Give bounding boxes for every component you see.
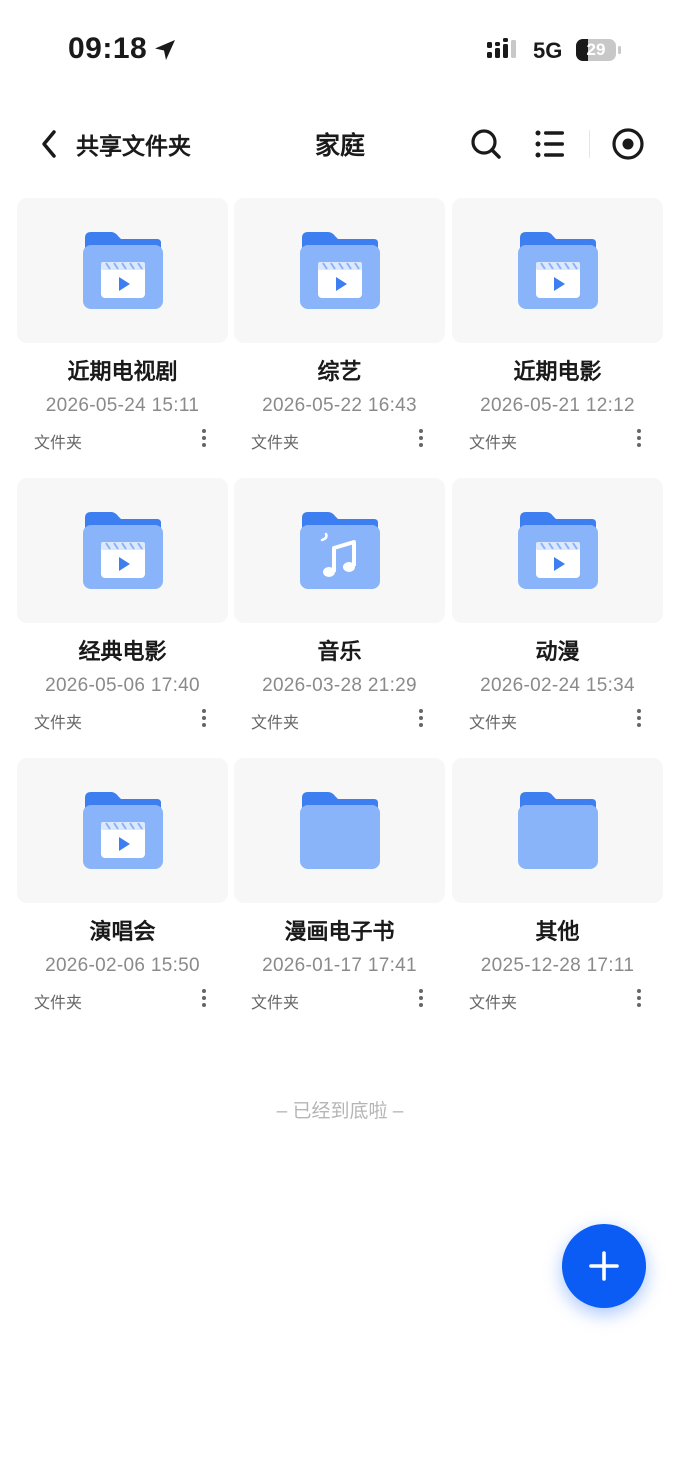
folder-date: 2026-03-28 21:29: [262, 675, 417, 696]
folder-card[interactable]: 经典电影 2026-05-06 17:40 文件夹: [17, 478, 228, 738]
folder-card[interactable]: 演唱会 2026-02-06 15:50 文件夹: [17, 758, 228, 1018]
folder-name[interactable]: 近期电视剧: [17, 354, 228, 386]
more-options-icon[interactable]: [629, 986, 649, 1010]
folder-date: 2026-01-17 17:41: [262, 955, 417, 976]
more-options-icon[interactable]: [629, 706, 649, 730]
folder-thumbnail[interactable]: [452, 478, 663, 623]
folder-thumbnail[interactable]: [234, 478, 445, 623]
more-options-icon[interactable]: [411, 706, 431, 730]
folder-card[interactable]: 近期电视剧 2026-05-24 15:11 文件夹: [17, 198, 228, 458]
folder-thumbnail[interactable]: [234, 758, 445, 903]
folder-card[interactable]: 音乐 2026-03-28 21:29 文件夹: [234, 478, 445, 738]
folder-date: 2025-12-28 17:11: [480, 955, 635, 976]
folder-date: 2026-05-24 15:11: [45, 395, 200, 416]
folder-type: 文件夹: [469, 995, 518, 1012]
back-label: 共享文件夹: [76, 133, 191, 159]
folder-name[interactable]: 漫画电子书: [234, 914, 445, 946]
list-view-icon[interactable]: [530, 124, 570, 164]
folder-name[interactable]: 近期电影: [452, 354, 663, 386]
folder-date: 2026-05-06 17:40: [45, 675, 200, 696]
record-icon[interactable]: [608, 124, 648, 164]
more-options-icon[interactable]: [411, 986, 431, 1010]
search-icon[interactable]: [466, 124, 506, 164]
folder-card[interactable]: 其他 2025-12-28 17:11 文件夹: [452, 758, 663, 1018]
more-options-icon[interactable]: [194, 986, 214, 1010]
folder-date: 2026-05-21 12:12: [480, 395, 635, 416]
more-options-icon[interactable]: [629, 426, 649, 450]
more-options-icon[interactable]: [411, 426, 431, 450]
plus-icon: [589, 1251, 619, 1281]
folder-thumbnail[interactable]: [452, 198, 663, 343]
folder-card[interactable]: 动漫 2026-02-24 15:34 文件夹: [452, 478, 663, 738]
folder-icon: [300, 792, 380, 869]
folder-name[interactable]: 音乐: [234, 634, 445, 666]
chevron-left-icon: [42, 130, 56, 158]
network-type: 5G: [533, 38, 563, 63]
folder-thumbnail[interactable]: [234, 198, 445, 343]
folder-name[interactable]: 综艺: [234, 354, 445, 386]
music-folder-icon: [300, 512, 380, 589]
folder-name[interactable]: 动漫: [452, 634, 663, 666]
folder-type: 文件夹: [251, 435, 300, 452]
back-button[interactable]: 共享文件夹: [36, 124, 191, 164]
folder-name[interactable]: 经典电影: [17, 634, 228, 666]
video-folder-icon: [300, 232, 380, 309]
page-title: 家庭: [314, 132, 365, 160]
video-folder-icon: [83, 792, 163, 869]
add-button[interactable]: [562, 1224, 646, 1308]
cellular-signal-icon: [487, 38, 516, 58]
battery-percent: 29: [586, 40, 606, 59]
folder-date: 2026-05-22 16:43: [262, 395, 417, 416]
end-of-list-note: – 已经到底啦 –: [276, 1101, 404, 1122]
clock: 09:18: [68, 32, 148, 65]
more-options-icon[interactable]: [194, 706, 214, 730]
video-folder-icon: [518, 512, 598, 589]
folder-thumbnail[interactable]: [17, 758, 228, 903]
folder-card[interactable]: 漫画电子书 2026-01-17 17:41 文件夹: [234, 758, 445, 1018]
folder-thumbnail[interactable]: [17, 198, 228, 343]
folder-type: 文件夹: [34, 715, 83, 732]
video-folder-icon: [518, 232, 598, 309]
folder-name[interactable]: 演唱会: [17, 914, 228, 946]
more-options-icon[interactable]: [194, 426, 214, 450]
folder-card[interactable]: 近期电影 2026-05-21 12:12 文件夹: [452, 198, 663, 458]
folder-type: 文件夹: [34, 435, 83, 452]
folder-type: 文件夹: [469, 435, 518, 452]
folder-type: 文件夹: [469, 715, 518, 732]
folder-card[interactable]: 综艺 2026-05-22 16:43 文件夹: [234, 198, 445, 458]
battery-icon: 29: [576, 39, 622, 61]
folder-type: 文件夹: [34, 995, 83, 1012]
folder-name[interactable]: 其他: [452, 914, 663, 946]
folder-thumbnail[interactable]: [452, 758, 663, 903]
folder-type: 文件夹: [251, 715, 300, 732]
folder-date: 2026-02-06 15:50: [45, 955, 200, 976]
nav-divider: [589, 130, 590, 158]
folder-type: 文件夹: [251, 995, 300, 1012]
status-bar: 09:18 5G 29: [0, 0, 680, 100]
location-arrow-icon: [155, 40, 175, 60]
folder-icon: [518, 792, 598, 869]
video-folder-icon: [83, 232, 163, 309]
folder-date: 2026-02-24 15:34: [480, 675, 635, 696]
navigation-bar: 共享文件夹 家庭: [0, 110, 680, 180]
video-folder-icon: [83, 512, 163, 589]
folder-thumbnail[interactable]: [17, 478, 228, 623]
